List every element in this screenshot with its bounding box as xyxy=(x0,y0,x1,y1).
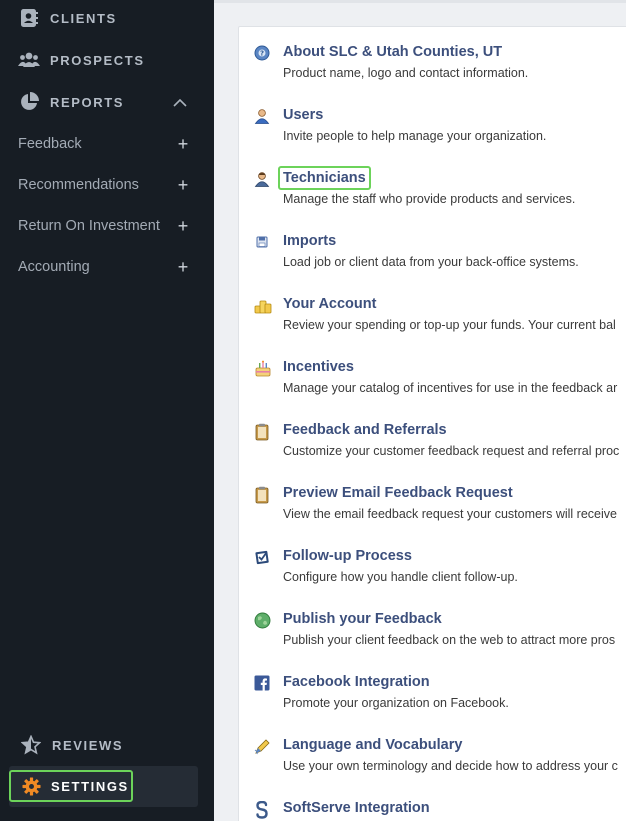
settings-item-desc: Invite people to help manage your organi… xyxy=(283,129,547,143)
plus-icon[interactable]: + xyxy=(176,258,190,276)
nav-clients[interactable]: CLIENTS xyxy=(18,6,117,30)
nav-reports-label: REPORTS xyxy=(50,94,125,110)
settings-item-desc: Configure how you handle client follow-u… xyxy=(283,570,518,584)
cake-icon xyxy=(254,360,272,378)
sidebar-item-label: Recommendations xyxy=(18,177,139,193)
gear-icon xyxy=(22,776,41,796)
settings-item-desc: Manage the staff who provide products an… xyxy=(283,192,576,206)
pie-chart-icon xyxy=(18,91,40,113)
settings-item-publish[interactable]: Publish your Feedback Publish your clien… xyxy=(254,611,626,655)
settings-item-title[interactable]: Users xyxy=(283,107,323,123)
floppy-disk-icon xyxy=(254,234,272,252)
settings-item-title[interactable]: Technicians xyxy=(283,170,366,186)
nav-settings-label: SETTINGS xyxy=(51,778,129,794)
settings-item-preview-email[interactable]: Preview Email Feedback Request View the … xyxy=(254,485,626,529)
user-icon xyxy=(254,108,272,126)
settings-item-title[interactable]: Preview Email Feedback Request xyxy=(283,485,513,501)
nav-clients-label: CLIENTS xyxy=(50,10,117,26)
clipboard-icon xyxy=(254,423,272,441)
settings-item-softserve[interactable]: SoftServe Integration xyxy=(254,800,626,821)
settings-item-desc: Publish your client feedback on the web … xyxy=(283,633,616,647)
settings-item-desc: Load job or client data from your back-o… xyxy=(283,255,579,269)
settings-item-title[interactable]: SoftServe Integration xyxy=(283,800,430,816)
technician-icon xyxy=(254,171,272,189)
settings-item-language[interactable]: Language and Vocabulary Use your own ter… xyxy=(254,737,626,781)
checkbox-icon xyxy=(254,549,272,567)
plus-icon[interactable]: + xyxy=(176,217,190,235)
sidebar-item-label: Feedback xyxy=(18,136,82,152)
sidebar-item-roi[interactable]: Return On Investment + xyxy=(18,216,190,236)
settings-item-users[interactable]: Users Invite people to help manage your … xyxy=(254,107,626,151)
nav-prospects-label: PROSPECTS xyxy=(50,52,145,68)
settings-item-desc: Promote your organization on Facebook. xyxy=(283,696,509,710)
sidebar-item-accounting[interactable]: Accounting + xyxy=(18,257,190,277)
chevron-up-icon[interactable] xyxy=(172,96,188,108)
softserve-icon xyxy=(254,800,272,819)
settings-item-title[interactable]: Imports xyxy=(283,233,336,249)
svg-text:?: ? xyxy=(260,50,264,58)
nav-settings-row[interactable]: SETTINGS xyxy=(9,766,198,807)
settings-item-title[interactable]: Language and Vocabulary xyxy=(283,737,462,753)
settings-item-desc: Product name, logo and contact informati… xyxy=(283,66,529,80)
nav-reports[interactable]: REPORTS xyxy=(18,90,124,114)
settings-item-desc: View the email feedback request your cus… xyxy=(283,507,617,521)
settings-item-title[interactable]: Feedback and Referrals xyxy=(283,422,447,438)
settings-item-desc: Manage your catalog of incentives for us… xyxy=(283,381,618,395)
sidebar-item-recommendations[interactable]: Recommendations + xyxy=(18,175,190,195)
nav-settings[interactable]: SETTINGS xyxy=(9,770,133,802)
settings-item-title[interactable]: Your Account xyxy=(283,296,376,312)
settings-item-technicians[interactable]: Technicians Manage the staff who provide… xyxy=(254,166,626,214)
settings-item-feedback-referrals[interactable]: Feedback and Referrals Customize your cu… xyxy=(254,422,626,466)
sidebar-item-feedback[interactable]: Feedback + xyxy=(18,134,190,154)
pen-icon xyxy=(254,738,272,756)
plus-icon[interactable]: + xyxy=(176,176,190,194)
settings-item-desc: Customize your customer feedback request… xyxy=(283,444,620,458)
settings-item-title[interactable]: About SLC & Utah Counties, UT xyxy=(283,44,502,60)
settings-item-imports[interactable]: Imports Load job or client data from you… xyxy=(254,233,626,277)
nav-reviews[interactable]: REVIEWS xyxy=(20,733,123,757)
address-book-icon xyxy=(18,7,40,29)
settings-item-about[interactable]: ? About SLC & Utah Counties, UT Product … xyxy=(254,44,626,88)
sidebar-item-label: Accounting xyxy=(18,259,90,275)
clipboard-icon xyxy=(254,486,272,504)
facebook-icon xyxy=(254,675,272,693)
settings-item-title[interactable]: Publish your Feedback xyxy=(283,611,442,627)
plus-icon[interactable]: + xyxy=(176,135,190,153)
coins-icon xyxy=(254,297,272,315)
settings-item-title[interactable]: Follow-up Process xyxy=(283,548,412,564)
top-divider xyxy=(214,0,626,3)
settings-item-facebook[interactable]: Facebook Integration Promote your organi… xyxy=(254,674,626,718)
settings-item-incentives[interactable]: Incentives Manage your catalog of incent… xyxy=(254,359,626,403)
settings-item-title[interactable]: Facebook Integration xyxy=(283,674,430,690)
settings-item-account[interactable]: Your Account Review your spending or top… xyxy=(254,296,626,340)
main-content: ? About SLC & Utah Counties, UT Product … xyxy=(214,0,626,821)
sidebar: CLIENTS PROSPECTS REPORTS Feedback + Rec… xyxy=(0,0,214,821)
star-icon xyxy=(20,734,42,756)
settings-item-title[interactable]: Incentives xyxy=(283,359,354,375)
nav-reviews-label: REVIEWS xyxy=(52,737,124,753)
sidebar-item-label: Return On Investment xyxy=(18,218,160,234)
nav-prospects[interactable]: PROSPECTS xyxy=(18,48,145,72)
settings-item-follow-up[interactable]: Follow-up Process Configure how you hand… xyxy=(254,548,626,592)
settings-card: ? About SLC & Utah Counties, UT Product … xyxy=(238,26,626,821)
settings-item-desc: Review your spending or top-up your fund… xyxy=(283,318,616,332)
globe-icon xyxy=(254,612,272,630)
users-icon xyxy=(18,49,40,71)
settings-item-desc: Use your own terminology and decide how … xyxy=(283,759,618,773)
info-globe-icon: ? xyxy=(254,45,272,63)
